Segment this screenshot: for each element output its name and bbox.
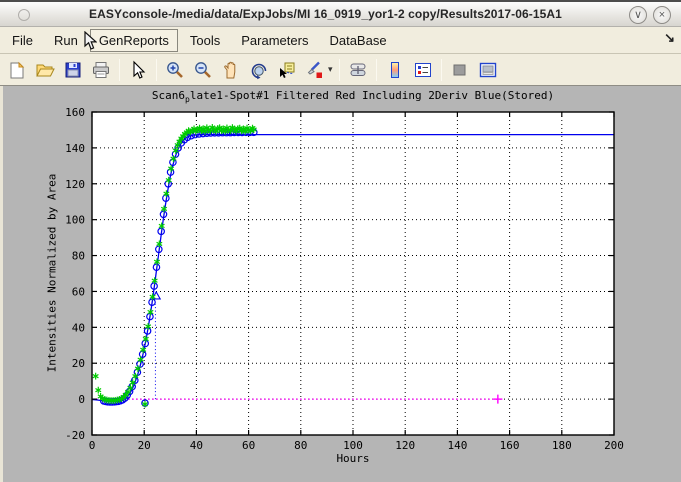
app-window: EASYconsole-/media/data/ExpJobs/MI 16_09…	[0, 0, 681, 482]
menu-item-tools[interactable]: Tools	[181, 29, 229, 52]
insert-colorbar-button[interactable]	[383, 58, 407, 82]
svg-text:40: 40	[72, 321, 85, 334]
rotate-3d-button[interactable]	[247, 58, 271, 82]
figure-area: 0 20 40 60 80 100 120 140 160 180 200 -20 0 20 40 60 80 1…	[0, 86, 681, 482]
toolbar-separator	[119, 59, 120, 81]
print-button[interactable]	[89, 58, 113, 82]
menu-item-database[interactable]: DataBase	[320, 29, 395, 52]
svg-text:40: 40	[190, 439, 203, 452]
new-document-button[interactable]	[5, 58, 29, 82]
menu-item-run[interactable]: Run	[45, 29, 87, 52]
toolbar-separator	[376, 59, 377, 81]
toolbar-separator	[339, 59, 340, 81]
svg-text:140: 140	[65, 142, 85, 155]
window-menu-icon[interactable]	[18, 9, 30, 21]
plot-title: Scan6plate1-Spot#1 Filtered Red Includin…	[92, 89, 614, 104]
hide-plot-tools-button[interactable]	[448, 58, 472, 82]
menu-item-genreports[interactable]: GenReports	[90, 29, 178, 52]
window-title: EASYconsole-/media/data/ExpJobs/MI 16_09…	[0, 7, 681, 21]
data-cursor-button[interactable]	[275, 58, 299, 82]
svg-text:20: 20	[138, 439, 151, 452]
close-button[interactable]: ×	[653, 6, 671, 24]
menu-item-file[interactable]: File	[3, 29, 42, 52]
toolbar: ▾	[0, 54, 681, 86]
svg-text:80: 80	[72, 250, 85, 263]
svg-text:140: 140	[447, 439, 467, 452]
svg-text:160: 160	[500, 439, 520, 452]
show-plot-tools-button[interactable]	[476, 58, 500, 82]
svg-text:200: 200	[604, 439, 624, 452]
title-bar: EASYconsole-/media/data/ExpJobs/MI 16_09…	[0, 0, 681, 27]
svg-text:20: 20	[72, 357, 85, 370]
svg-text:180: 180	[552, 439, 572, 452]
menu-overflow-arrow-icon[interactable]: ↘	[664, 30, 675, 46]
svg-text:160: 160	[65, 106, 85, 119]
svg-text:60: 60	[242, 439, 255, 452]
open-folder-button[interactable]	[33, 58, 57, 82]
toolbar-separator	[441, 59, 442, 81]
svg-text:0: 0	[89, 439, 96, 452]
brush-tool-button[interactable]	[303, 58, 327, 82]
menu-bar: File Run GenReports Tools Parameters Dat…	[0, 27, 681, 54]
zoom-out-button[interactable]	[191, 58, 215, 82]
svg-text:0: 0	[78, 393, 85, 406]
pointer-tool-button[interactable]	[126, 58, 150, 82]
save-button[interactable]	[61, 58, 85, 82]
svg-text:100: 100	[343, 439, 363, 452]
insert-legend-button[interactable]	[411, 58, 435, 82]
pan-tool-button[interactable]	[219, 58, 243, 82]
svg-text:-20: -20	[65, 429, 85, 442]
svg-text:120: 120	[65, 178, 85, 191]
svg-text:60: 60	[72, 285, 85, 298]
menu-item-parameters[interactable]: Parameters	[232, 29, 317, 52]
shade-button[interactable]: ∨	[629, 6, 647, 24]
svg-text:80: 80	[294, 439, 307, 452]
svg-text:100: 100	[65, 214, 85, 227]
link-plots-button[interactable]	[346, 58, 370, 82]
x-axis-label: Hours	[92, 452, 614, 465]
svg-text:120: 120	[395, 439, 415, 452]
y-axis-label: Intensities Normalized by Area	[46, 174, 59, 373]
zoom-in-button[interactable]	[163, 58, 187, 82]
plot-canvas[interactable]: 0 20 40 60 80 100 120 140 160 180 200 -20 0 20 40 60 80 1…	[0, 86, 681, 482]
mouse-cursor-icon	[84, 31, 97, 51]
toolbar-separator	[156, 59, 157, 81]
brush-dropdown-arrow-icon[interactable]: ▾	[328, 64, 333, 75]
